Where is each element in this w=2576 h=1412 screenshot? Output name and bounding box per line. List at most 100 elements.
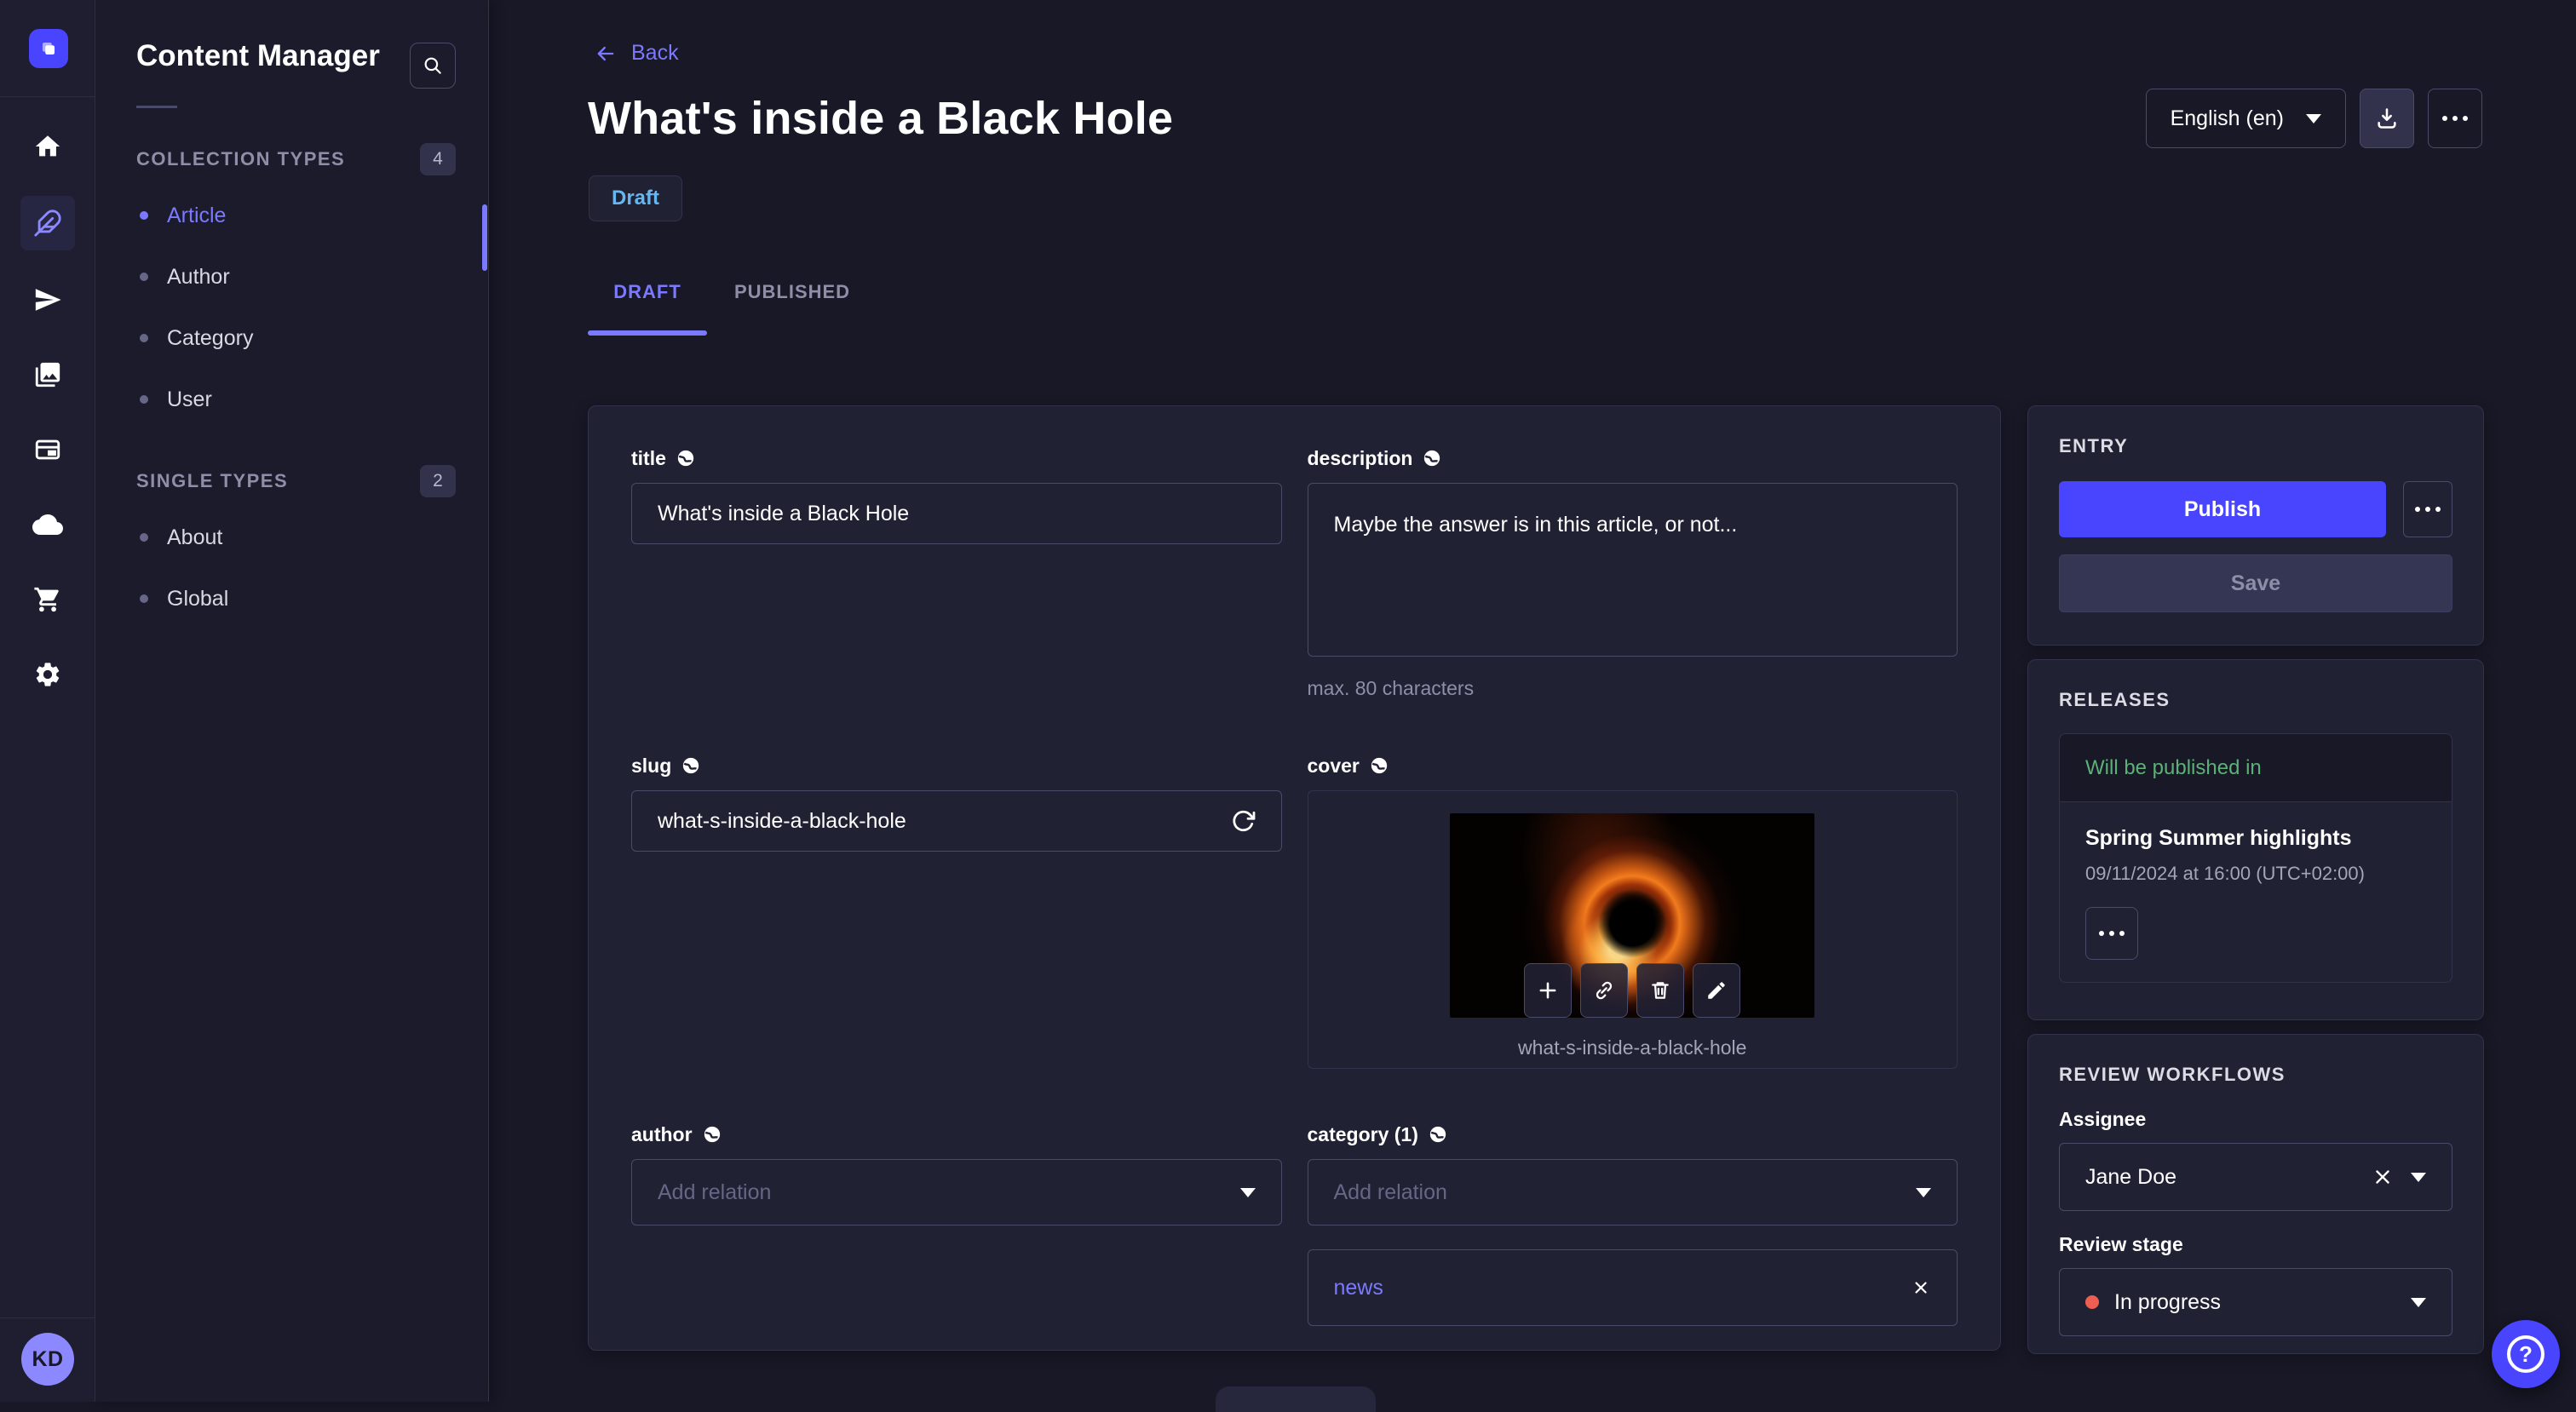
- locale-dropdown[interactable]: English (en): [2145, 89, 2346, 148]
- cover-image-black-hole[interactable]: [1450, 813, 1815, 1018]
- release-date: 09/11/2024 at 16:00 (UTC+02:00): [2085, 863, 2365, 884]
- single-types-count-badge: 2: [420, 465, 456, 497]
- chevron-down-icon: [1916, 1187, 1931, 1197]
- sidebar-item-user[interactable]: User: [95, 369, 488, 430]
- locale-value: English (en): [2170, 106, 2284, 130]
- author-field-label: author: [631, 1122, 693, 1145]
- description-field-label: description: [1307, 446, 1413, 469]
- slug-input-value: what-s-inside-a-black-hole: [658, 808, 906, 833]
- assignee-combobox[interactable]: Jane Doe: [2059, 1143, 2452, 1211]
- field-category: category (1) Add relation news: [1307, 1123, 1958, 1326]
- app-nav-rail: KD: [0, 0, 95, 1402]
- category-placeholder: Add relation: [1333, 1180, 1447, 1204]
- strapi-logo[interactable]: [29, 29, 68, 68]
- sidebar-item-about[interactable]: About: [95, 507, 488, 568]
- copy-link-button[interactable]: [1580, 963, 1629, 1018]
- tab-published[interactable]: PUBLISHED: [707, 281, 877, 336]
- sidebar-item-label: Author: [167, 264, 230, 289]
- home-icon[interactable]: [22, 121, 73, 172]
- tab-draft-label: DRAFT: [613, 281, 681, 302]
- description-value: Maybe the answer is in this article, or …: [1333, 513, 1738, 537]
- field-cover: cover what-s-inside-a-black-hole: [1307, 754, 1958, 1069]
- entry-panel-heading: ENTRY: [2059, 435, 2129, 456]
- edit-media-button[interactable]: [1693, 963, 1741, 1018]
- review-stage-select[interactable]: In progress: [2059, 1268, 2452, 1336]
- media-library-icon[interactable]: [22, 349, 73, 400]
- version-tabs: DRAFT PUBLISHED: [588, 281, 877, 336]
- assignee-label: Assignee: [2059, 1108, 2147, 1130]
- releases-panel: RELEASES Will be published in Spring Sum…: [2027, 659, 2484, 1020]
- close-icon: [1915, 1282, 1927, 1294]
- publish-button[interactable]: Publish: [2059, 481, 2386, 537]
- sidebar-item-label: About: [167, 525, 223, 549]
- save-button[interactable]: Save: [2059, 554, 2452, 612]
- content-type-builder-icon[interactable]: [22, 424, 73, 475]
- field-slug: slug what-s-inside-a-black-hole: [631, 755, 1282, 852]
- slug-input[interactable]: what-s-inside-a-black-hole: [631, 790, 1282, 852]
- add-media-button[interactable]: [1524, 963, 1573, 1018]
- cloud-icon[interactable]: [22, 499, 73, 550]
- releases-panel-heading: RELEASES: [2059, 689, 2171, 710]
- subnav-title: Content Manager: [136, 39, 380, 72]
- sidebar-item-article[interactable]: Article: [95, 185, 488, 246]
- help-button[interactable]: ?: [2492, 1320, 2560, 1388]
- bottom-toolbar-partial: [1216, 1386, 1376, 1412]
- remove-relation-button[interactable]: [1911, 1277, 1931, 1298]
- description-textarea[interactable]: Maybe the answer is in this article, or …: [1307, 483, 1958, 657]
- title-input[interactable]: What's inside a Black Hole: [631, 483, 1282, 544]
- globe-icon: [1371, 757, 1388, 774]
- download-button[interactable]: [2360, 89, 2414, 148]
- content-manager-icon[interactable]: [20, 196, 75, 250]
- category-relation-item: news: [1307, 1249, 1958, 1326]
- arrow-left-icon: [597, 46, 614, 60]
- download-icon: [2378, 108, 2396, 129]
- settings-gear-icon[interactable]: [22, 649, 73, 700]
- category-relation-combobox[interactable]: Add relation: [1307, 1159, 1958, 1225]
- release-more-button[interactable]: [2085, 907, 2138, 960]
- slug-field-label: slug: [631, 754, 672, 777]
- field-description: description Maybe the answer is in this …: [1307, 446, 1958, 700]
- sidebar-item-label: Category: [167, 325, 254, 350]
- stage-value: In progress: [2114, 1289, 2222, 1314]
- delete-media-button[interactable]: [1636, 963, 1685, 1018]
- more-options-button[interactable]: [2428, 89, 2482, 148]
- globe-icon: [1424, 450, 1440, 467]
- question-mark-icon: ?: [2507, 1335, 2544, 1373]
- bullet-icon: [140, 533, 148, 542]
- avatar[interactable]: KD: [21, 1333, 74, 1386]
- search-icon: [424, 57, 441, 74]
- marketplace-cart-icon[interactable]: [22, 574, 73, 625]
- back-link[interactable]: Back: [594, 41, 679, 66]
- ellipsis-icon: [2442, 116, 2468, 121]
- release-card: Will be published in Spring Summer highl…: [2059, 733, 2452, 983]
- sidebar-item-author[interactable]: Author: [95, 246, 488, 307]
- clear-assignee-button[interactable]: [2372, 1166, 2394, 1188]
- title-input-value: What's inside a Black Hole: [658, 501, 910, 525]
- chevron-down-icon: [1239, 1187, 1256, 1197]
- section-label-collection-types: COLLECTION TYPES: [136, 148, 346, 169]
- release-name: Spring Summer highlights: [2085, 826, 2352, 850]
- page-title: What's inside a Black Hole: [588, 93, 1174, 144]
- regenerate-icon[interactable]: [1230, 808, 1256, 834]
- scrollbar-thumb[interactable]: [482, 204, 487, 271]
- cover-caption: what-s-inside-a-black-hole: [1518, 1036, 1747, 1059]
- section-label-single-types: SINGLE TYPES: [136, 470, 289, 491]
- sidebar-item-category[interactable]: Category: [95, 307, 488, 369]
- tab-draft[interactable]: DRAFT: [588, 281, 707, 336]
- chevron-down-icon: [2411, 1172, 2426, 1182]
- send-icon[interactable]: [22, 274, 73, 325]
- cover-image-toolbar: [1524, 963, 1741, 1018]
- pencil-icon: [1708, 982, 1726, 999]
- subnav-separator: [136, 106, 177, 108]
- search-button[interactable]: [410, 43, 456, 89]
- review-workflows-panel: REVIEW WORKFLOWS Assignee Jane Doe Revie…: [2027, 1034, 2484, 1354]
- cover-field-label: cover: [1307, 754, 1360, 777]
- bullet-icon: [140, 334, 148, 342]
- strapi-logo-icon: [42, 42, 55, 55]
- entry-more-button[interactable]: [2403, 481, 2452, 537]
- sidebar-item-global[interactable]: Global: [95, 568, 488, 629]
- author-relation-combobox[interactable]: Add relation: [631, 1159, 1282, 1225]
- category-relation-link[interactable]: news: [1334, 1276, 1912, 1300]
- close-icon: [2376, 1170, 2389, 1184]
- bullet-icon: [140, 395, 148, 404]
